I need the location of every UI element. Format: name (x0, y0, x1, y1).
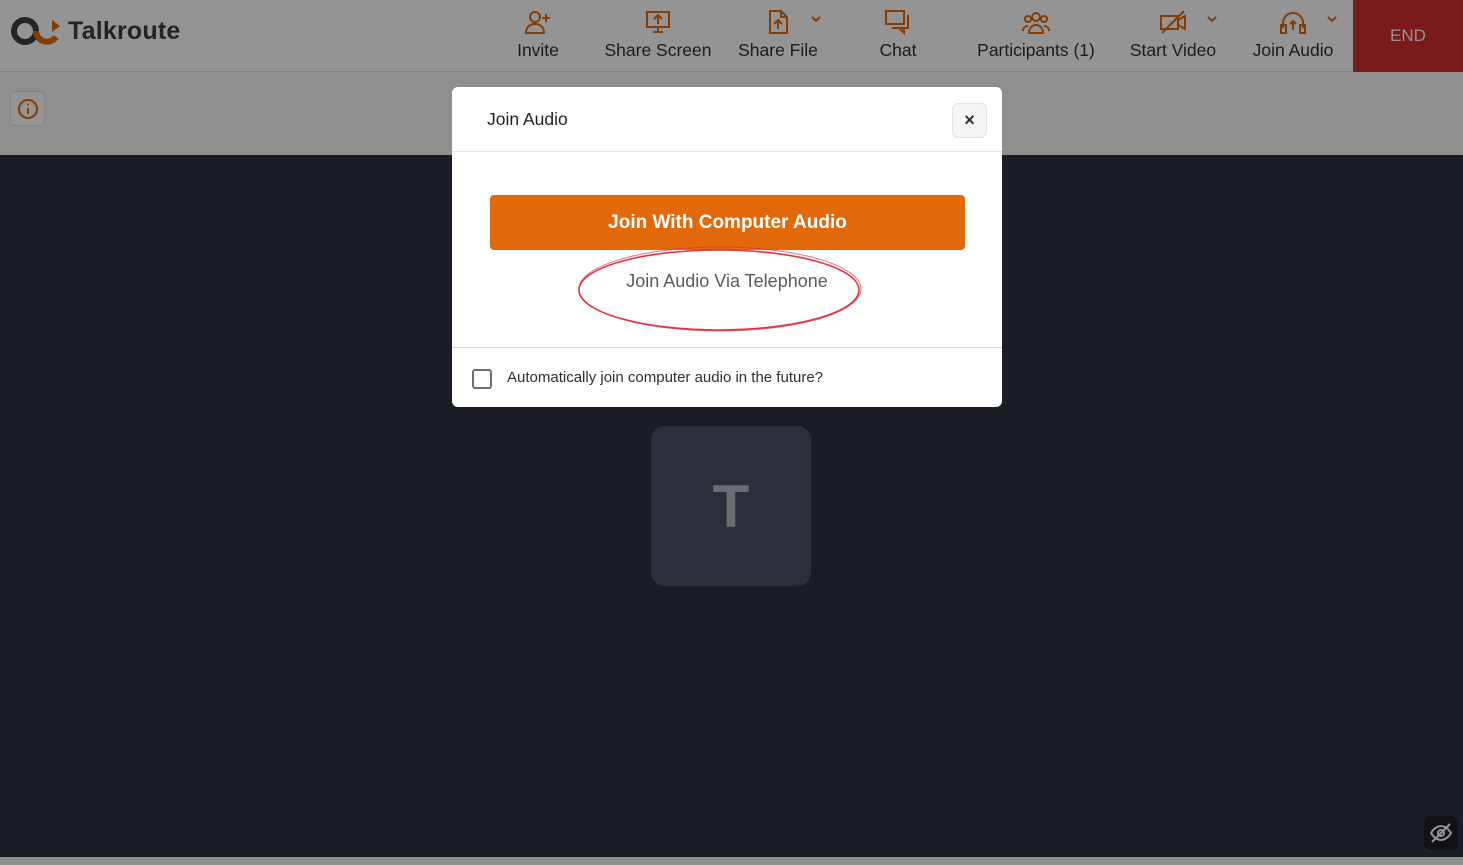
close-button[interactable]: × (952, 103, 987, 138)
dialog-title: Join Audio (487, 109, 568, 129)
join-via-telephone-link[interactable]: Join Audio Via Telephone (552, 271, 902, 297)
join-computer-audio-button[interactable]: Join With Computer Audio (490, 195, 965, 250)
dialog-header: Join Audio × (452, 87, 1002, 152)
dialog-footer: Automatically join computer audio in the… (452, 347, 1002, 407)
auto-join-label: Automatically join computer audio in the… (507, 369, 824, 386)
auto-join-checkbox[interactable] (472, 369, 492, 389)
join-audio-dialog: Join Audio × Join With Computer Audio Jo… (452, 87, 1002, 407)
close-icon: × (964, 110, 975, 130)
